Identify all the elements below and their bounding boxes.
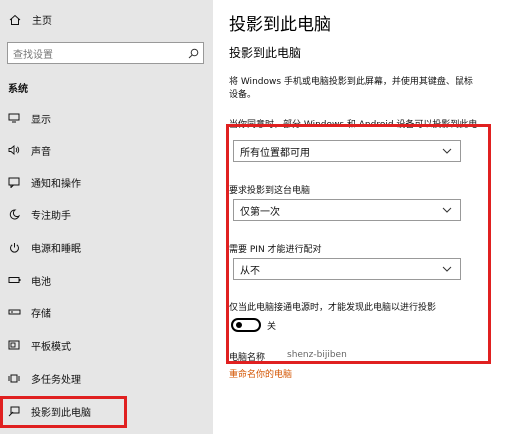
description-line-2: 设备。 (229, 90, 257, 100)
sidebar-item-focus-assist[interactable]: 专注助手 (0, 202, 213, 226)
moon-icon (7, 208, 21, 220)
sidebar-item-notifications[interactable]: 通知和操作 (0, 170, 213, 194)
home-label: 主页 (32, 16, 52, 27)
page-title: 投影到此电脑 (229, 15, 331, 35)
settings-highlight-box (226, 124, 491, 364)
section-title: 系统 (8, 84, 28, 95)
sidebar-item-label: 平板模式 (31, 341, 71, 353)
sidebar-item-label: 电池 (31, 276, 51, 288)
sidebar-item-display[interactable]: 显示 (0, 106, 213, 130)
sidebar-item-storage[interactable]: 存储 (0, 300, 213, 324)
sidebar-item-label: 声音 (31, 146, 51, 158)
home-nav-item[interactable]: 主页 (8, 12, 52, 27)
home-icon (8, 14, 22, 26)
battery-icon (7, 276, 21, 284)
tablet-mode-icon (7, 340, 21, 351)
search-box[interactable]: 查找设置 (7, 42, 204, 64)
notification-icon (7, 177, 21, 188)
sidebar-highlight-box (0, 396, 127, 428)
sidebar-item-multitasking[interactable]: 多任务处理 (0, 366, 213, 390)
description: 将 Windows 手机或电脑投影到此屏幕，并使用其键盘、鼠标 设备。 (229, 76, 515, 102)
sidebar-item-label: 通知和操作 (31, 178, 81, 190)
display-icon (7, 113, 21, 123)
rename-pc-link[interactable]: 重命名你的电脑 (229, 367, 292, 380)
storage-icon (7, 308, 21, 316)
sidebar-item-label: 显示 (31, 114, 51, 126)
multitasking-icon (7, 373, 21, 384)
search-input[interactable]: 查找设置 (8, 46, 183, 61)
sidebar-item-power-sleep[interactable]: 电源和睡眠 (0, 235, 213, 259)
sidebar-item-battery[interactable]: 电池 (0, 268, 213, 292)
sidebar-item-label: 专注助手 (31, 210, 71, 222)
description-line-1: 将 Windows 手机或电脑投影到此屏幕，并使用其键盘、鼠标 (229, 77, 473, 87)
power-icon (7, 242, 21, 253)
sound-icon (7, 145, 21, 155)
sidebar-item-label: 多任务处理 (31, 374, 81, 386)
sidebar-item-label: 存储 (31, 308, 51, 320)
sidebar: 主页 查找设置 系统 显示 声音 通知和操作 专注助手 电源和睡眠 电池 存储 … (0, 0, 213, 434)
sidebar-item-label: 电源和睡眠 (31, 243, 81, 255)
search-icon[interactable] (183, 48, 203, 59)
section-subtitle: 投影到此电脑 (229, 46, 302, 60)
main-content: 投影到此电脑 投影到此电脑 将 Windows 手机或电脑投影到此屏幕，并使用其… (213, 0, 515, 434)
sidebar-item-tablet-mode[interactable]: 平板模式 (0, 333, 213, 357)
sidebar-item-sound[interactable]: 声音 (0, 138, 213, 162)
